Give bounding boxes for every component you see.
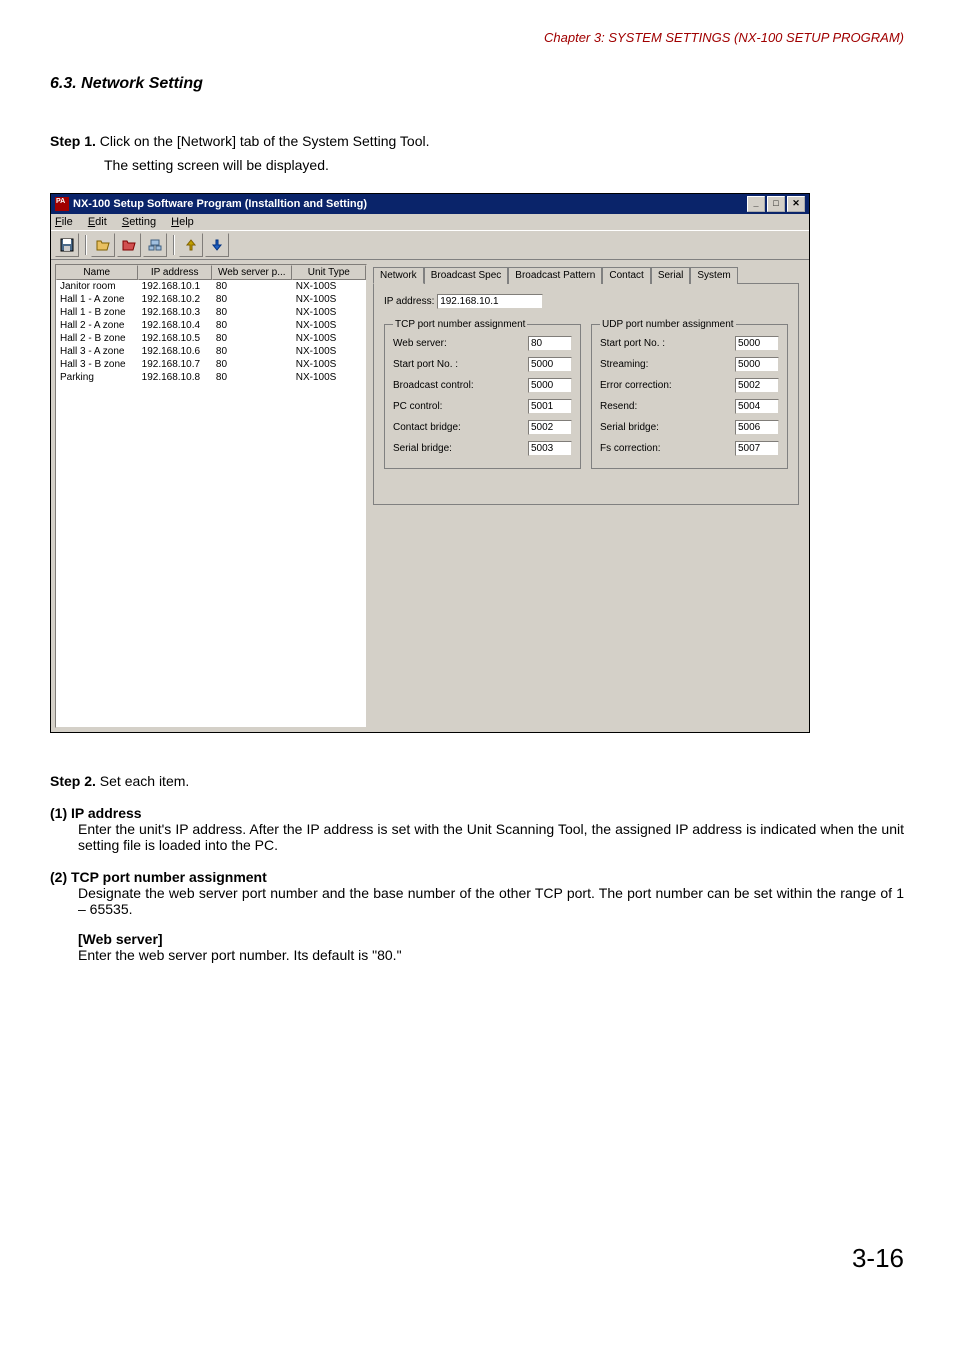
tcp-field-label: PC control: xyxy=(393,401,442,412)
udp-field-label: Error correction: xyxy=(600,380,672,391)
step1: Step 1. Click on the [Network] tab of th… xyxy=(50,133,904,149)
col-name[interactable]: Name xyxy=(56,265,138,280)
list-row[interactable]: Janitor room192.168.10.180NX-100S xyxy=(56,280,366,293)
network-icon[interactable] xyxy=(143,233,167,257)
tcp-field-input[interactable] xyxy=(528,357,572,372)
list-row[interactable]: Hall 1 - A zone192.168.10.280NX-100S xyxy=(56,293,366,306)
tab-broadcast-pattern[interactable]: Broadcast Pattern xyxy=(508,267,602,284)
section-title: 6.3. Network Setting xyxy=(50,75,904,93)
titlebar: NX-100 Setup Software Program (Installti… xyxy=(51,194,809,214)
page-number: 3-16 xyxy=(50,1243,904,1274)
col-web[interactable]: Web server p... xyxy=(212,265,292,280)
menubar: File Edit Setting Help xyxy=(51,214,809,230)
window-title: NX-100 Setup Software Program (Installti… xyxy=(73,198,367,210)
udp-field-input[interactable] xyxy=(735,336,779,351)
ip-input[interactable] xyxy=(437,294,543,309)
tcp-field-label: Start port No. : xyxy=(393,359,458,370)
menu-help[interactable]: Help xyxy=(171,216,194,228)
item2-label: (2) TCP port number assignment xyxy=(50,869,904,885)
list-row[interactable]: Hall 2 - A zone192.168.10.480NX-100S xyxy=(56,319,366,332)
app-icon xyxy=(55,197,69,211)
tab-contact[interactable]: Contact xyxy=(602,267,650,284)
tab-system[interactable]: System xyxy=(690,267,737,284)
step1-label: Step 1. xyxy=(50,133,96,149)
toolbar xyxy=(51,230,809,260)
item2-sublabel: [Web server] xyxy=(78,931,904,947)
item2-subbody: Enter the web server port number. Its de… xyxy=(78,947,904,963)
udp-field-label: Streaming: xyxy=(600,359,648,370)
tcp-field-input[interactable] xyxy=(528,336,572,351)
item1-label: (1) IP address xyxy=(50,805,904,821)
col-type[interactable]: Unit Type xyxy=(292,265,366,280)
tcp-field-input[interactable] xyxy=(528,420,572,435)
udp-field-input[interactable] xyxy=(735,441,779,456)
maximize-button[interactable]: □ xyxy=(767,196,785,212)
folder-open-icon[interactable] xyxy=(91,233,115,257)
udp-field-input[interactable] xyxy=(735,420,779,435)
settings-panel: Network Broadcast Spec Broadcast Pattern… xyxy=(367,264,805,728)
close-button[interactable]: ✕ xyxy=(787,196,805,212)
tcp-fieldset: TCP port number assignment Web server: St… xyxy=(384,319,581,469)
menu-setting[interactable]: Setting xyxy=(122,216,156,228)
download-icon[interactable] xyxy=(205,233,229,257)
udp-field-input[interactable] xyxy=(735,399,779,414)
step2: Step 2. Set each item. xyxy=(50,773,904,789)
tcp-legend: TCP port number assignment xyxy=(393,319,527,330)
list-row[interactable]: Hall 3 - B zone192.168.10.780NX-100S xyxy=(56,358,366,371)
col-ip[interactable]: IP address xyxy=(138,265,212,280)
udp-fieldset: UDP port number assignment Start port No… xyxy=(591,319,788,469)
upload-icon[interactable] xyxy=(179,233,203,257)
udp-field-label: Fs correction: xyxy=(600,443,661,454)
list-row[interactable]: Hall 3 - A zone192.168.10.680NX-100S xyxy=(56,345,366,358)
save-icon[interactable] xyxy=(55,233,79,257)
step2-text: Set each item. xyxy=(100,773,190,789)
step2-label: Step 2. xyxy=(50,773,96,789)
tcp-field-label: Contact bridge: xyxy=(393,422,461,433)
item2-body: Designate the web server port number and… xyxy=(78,885,904,917)
tcp-field-input[interactable] xyxy=(528,399,572,414)
tcp-field-input[interactable] xyxy=(528,441,572,456)
tab-content: IP address: TCP port number assignment W… xyxy=(373,283,799,505)
udp-field-label: Serial bridge: xyxy=(600,422,659,433)
folder-red-icon[interactable] xyxy=(117,233,141,257)
tab-serial[interactable]: Serial xyxy=(651,267,691,284)
minimize-button[interactable]: _ xyxy=(747,196,765,212)
udp-field-label: Resend: xyxy=(600,401,637,412)
tcp-field-label: Web server: xyxy=(393,338,447,349)
udp-legend: UDP port number assignment xyxy=(600,319,736,330)
udp-field-input[interactable] xyxy=(735,357,779,372)
menu-file[interactable]: File xyxy=(55,216,73,228)
device-list: Name IP address Web server p... Unit Typ… xyxy=(55,264,367,728)
item1-body: Enter the unit's IP address. After the I… xyxy=(78,821,904,853)
tcp-field-input[interactable] xyxy=(528,378,572,393)
app-window: NX-100 Setup Software Program (Installti… xyxy=(50,193,810,733)
list-row[interactable]: Hall 1 - B zone192.168.10.380NX-100S xyxy=(56,306,366,319)
tcp-field-label: Serial bridge: xyxy=(393,443,452,454)
step1-line1: Click on the [Network] tab of the System… xyxy=(100,133,430,149)
udp-field-label: Start port No. : xyxy=(600,338,665,349)
tcp-field-label: Broadcast control: xyxy=(393,380,474,391)
chapter-header: Chapter 3: SYSTEM SETTINGS (NX-100 SETUP… xyxy=(50,30,904,45)
ip-label: IP address: xyxy=(384,296,434,307)
step1-line2: The setting screen will be displayed. xyxy=(104,157,904,173)
udp-field-input[interactable] xyxy=(735,378,779,393)
tab-broadcast-spec[interactable]: Broadcast Spec xyxy=(424,267,509,284)
menu-edit[interactable]: Edit xyxy=(88,216,107,228)
tab-network[interactable]: Network xyxy=(373,267,424,284)
list-row[interactable]: Hall 2 - B zone192.168.10.580NX-100S xyxy=(56,332,366,345)
list-row[interactable]: Parking192.168.10.880NX-100S xyxy=(56,371,366,384)
